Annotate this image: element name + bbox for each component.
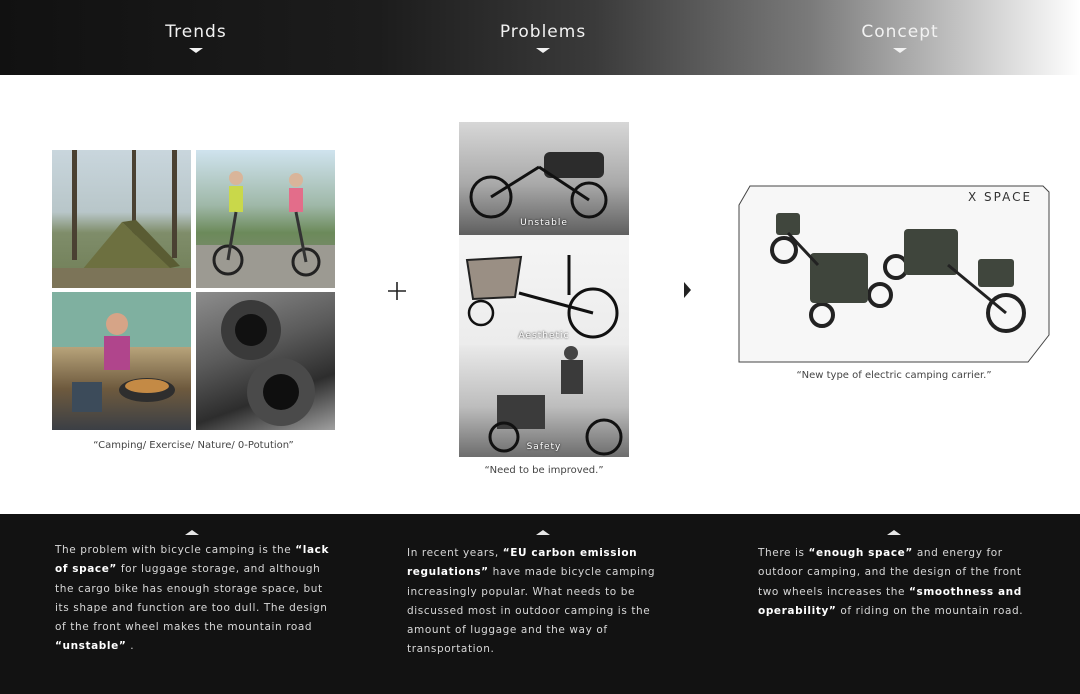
text-span: In recent years, bbox=[407, 547, 503, 559]
cyclists-photo bbox=[196, 150, 335, 288]
safety-label: Safety bbox=[526, 442, 562, 452]
text-span: of riding on the mountain road. bbox=[836, 604, 1024, 617]
problems-caption: “Need to be improved.” bbox=[484, 465, 604, 476]
family-cargo-bike-photo: Safety bbox=[459, 345, 629, 457]
aesthetic-label: Aesthetic bbox=[518, 331, 570, 341]
tab-problems[interactable]: Problems bbox=[473, 22, 613, 53]
unstable-label: Unstable bbox=[520, 218, 568, 228]
trends-paragraph: The problem with bicycle camping is the … bbox=[55, 541, 337, 657]
exhaust-pipe-photo bbox=[196, 292, 335, 430]
concept-paragraph: There is “enough space” and energy for o… bbox=[758, 544, 1040, 621]
tab-problems-label: Problems bbox=[499, 22, 587, 42]
chevron-down-icon bbox=[536, 48, 550, 53]
tab-concept[interactable]: Concept bbox=[830, 22, 970, 53]
chevron-up-icon bbox=[185, 530, 199, 535]
cargo-bike-photo: Aesthetic bbox=[459, 235, 629, 345]
chevron-down-icon bbox=[189, 48, 203, 53]
trends-caption: “Camping/ Exercise/ Nature/ 0-Potution” bbox=[93, 440, 294, 451]
text-span: The problem with bicycle camping is the bbox=[55, 544, 296, 556]
header-band: Trends Problems Concept bbox=[0, 0, 1080, 75]
emphasis-text: “enough space” bbox=[808, 547, 913, 559]
x-space-logo: X SPACE bbox=[968, 190, 1033, 204]
tab-trends[interactable]: Trends bbox=[126, 22, 266, 53]
chevron-down-icon bbox=[893, 48, 907, 53]
tent-photo bbox=[52, 150, 191, 288]
chevron-up-icon bbox=[536, 530, 550, 535]
text-span: have made bicycle camping increasingly p… bbox=[407, 566, 656, 656]
tab-trends-label: Trends bbox=[165, 22, 227, 42]
text-span: . bbox=[126, 640, 135, 653]
unstable-bike-photo: Unstable bbox=[459, 122, 629, 235]
emphasis-text: “unstable” bbox=[55, 640, 127, 653]
plus-icon bbox=[388, 282, 406, 300]
problems-paragraph: In recent years, “EU carbon emission reg… bbox=[407, 544, 689, 660]
play-icon bbox=[684, 282, 691, 298]
chevron-up-icon bbox=[887, 530, 901, 535]
text-span: There is bbox=[758, 547, 809, 559]
tab-concept-label: Concept bbox=[861, 22, 939, 42]
concept-caption: “New type of electric camping carrier.” bbox=[796, 370, 992, 381]
concept-render-frame bbox=[738, 185, 1050, 363]
camp-cooking-photo bbox=[52, 292, 191, 430]
